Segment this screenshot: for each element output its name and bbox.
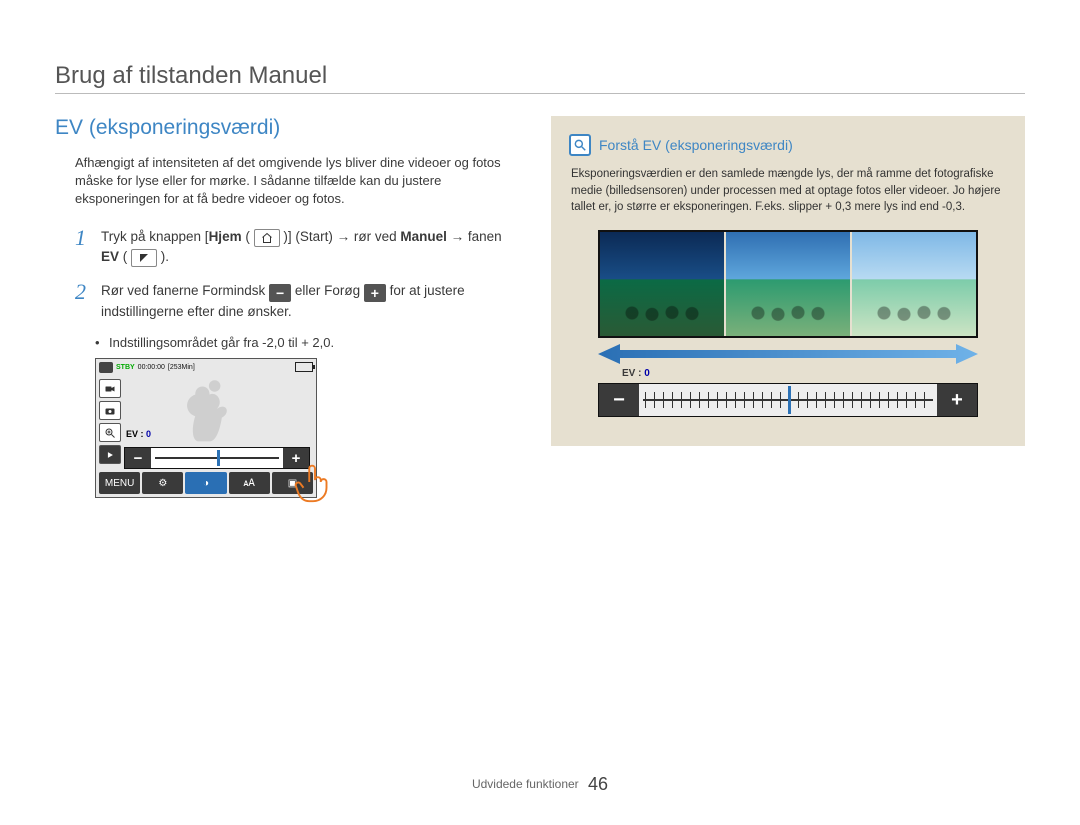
storage-icon — [99, 362, 113, 373]
step-number: 2 — [75, 281, 91, 322]
exposure-panel-dark — [600, 232, 724, 336]
plus-icon: + — [364, 284, 386, 302]
step-1: 1 Tryk på knappen [Hjem ( )] (Start) → r… — [55, 227, 523, 267]
step1-text-a: Tryk på knappen [ — [101, 229, 209, 244]
info-title: Forstå EV (eksponeringsværdi) — [599, 137, 793, 153]
tab-settings[interactable]: ⚙ — [142, 472, 183, 494]
right-column: Forstå EV (eksponeringsværdi) Eksponerin… — [551, 116, 1025, 498]
footer-section: Udvidede funktioner — [472, 777, 579, 791]
battery-icon — [295, 362, 313, 372]
exposure-panel-light — [852, 232, 976, 336]
exposure-panel-mid — [726, 232, 850, 336]
step-2-body: Rør ved fanerne Formindsk − eller Forøg … — [101, 281, 523, 322]
info-body: Eksponeringsværdien er den samlede mængd… — [569, 166, 1007, 216]
page-footer: Udvidede funktioner 46 — [0, 774, 1080, 795]
info-card: Forstå EV (eksponeringsværdi) Eksponerin… — [551, 116, 1025, 446]
big-ev-label-text: EV : — [622, 368, 641, 379]
camera-ui-screenshot: STBY 00:00:00 [253Min] — [95, 358, 317, 498]
step-2: 2 Rør ved fanerne Formindsk − eller Forø… — [55, 281, 523, 322]
step2-text-b: eller Forøg — [291, 283, 364, 298]
intro-paragraph: Afhængigt af intensiteten af det omgiven… — [55, 154, 523, 209]
stby-label: STBY — [116, 364, 135, 371]
photo-mode-icon[interactable] — [99, 401, 121, 420]
step1-text-e: ( — [119, 249, 131, 264]
ev-slider: − + — [124, 447, 310, 469]
big-ev-marker — [788, 386, 791, 414]
ev-track[interactable] — [151, 448, 283, 468]
big-ev-readout: EV : 0 — [598, 368, 978, 379]
tab-menu[interactable]: MENU — [99, 472, 140, 494]
range-bullet: Indstillingsområdet går fra -2,0 til + 2… — [55, 335, 523, 350]
home-icon — [254, 229, 280, 247]
zoom-icon[interactable] — [99, 423, 121, 442]
page-number: 46 — [588, 774, 608, 794]
title-rule — [55, 93, 1025, 94]
exposure-arrow — [598, 344, 978, 364]
page-title: Brug af tilstanden Manuel — [55, 62, 1025, 90]
video-mode-icon[interactable] — [99, 379, 121, 398]
record-time: 00:00:00 — [138, 364, 165, 371]
remaining-time: [253Min] — [168, 364, 195, 371]
step2-text-a: Rør ved fanerne Formindsk — [101, 283, 269, 298]
ev-decrease-button[interactable]: − — [125, 448, 151, 468]
ev-readout: EV : 0 — [126, 429, 151, 439]
side-toolbar — [99, 379, 121, 464]
magnify-icon — [569, 134, 591, 156]
camui-status-bar: STBY 00:00:00 [253Min] — [99, 362, 195, 373]
play-icon[interactable] — [99, 445, 121, 464]
subject-silhouette — [166, 373, 246, 445]
big-ev-decrease-button[interactable]: − — [599, 384, 639, 416]
tab-ev[interactable]: ◑ — [185, 472, 226, 494]
camui-bottom-tabs: MENU ⚙ ◑ 🗚 ▣ — [99, 472, 313, 494]
section-heading-ev: EV (eksponeringsværdi) — [55, 116, 523, 140]
left-column: EV (eksponeringsværdi) Afhængigt af inte… — [55, 116, 523, 498]
step1-manuel: Manuel — [400, 229, 447, 244]
tab-text[interactable]: 🗚 — [229, 472, 270, 494]
step1-ev: EV — [101, 249, 119, 264]
big-ev-slider: − + — [598, 383, 978, 417]
info-header: Forstå EV (eksponeringsværdi) — [569, 134, 1007, 156]
step1-text-b: ( — [242, 229, 254, 244]
ev-label: EV : — [126, 429, 144, 439]
step-1-body: Tryk på knappen [Hjem ( )] (Start) → rør… — [101, 227, 523, 267]
big-ev-track[interactable] — [639, 384, 937, 416]
step1-hjem: Hjem — [209, 229, 242, 244]
big-ev-value: 0 — [644, 368, 650, 379]
step1-text-d: → fanen — [447, 229, 502, 244]
ev-tab-icon — [131, 249, 157, 267]
minus-icon: − — [269, 284, 291, 302]
big-ev-increase-button[interactable]: + — [937, 384, 977, 416]
ev-value: 0 — [146, 429, 151, 439]
touch-finger-icon — [292, 459, 338, 505]
ev-marker — [217, 450, 220, 466]
exposure-comparison-image — [598, 230, 978, 338]
step1-text-c: )] (Start) → rør ved — [280, 229, 401, 244]
two-column-layout: EV (eksponeringsværdi) Afhængigt af inte… — [55, 116, 1025, 498]
step-number: 1 — [75, 227, 91, 267]
